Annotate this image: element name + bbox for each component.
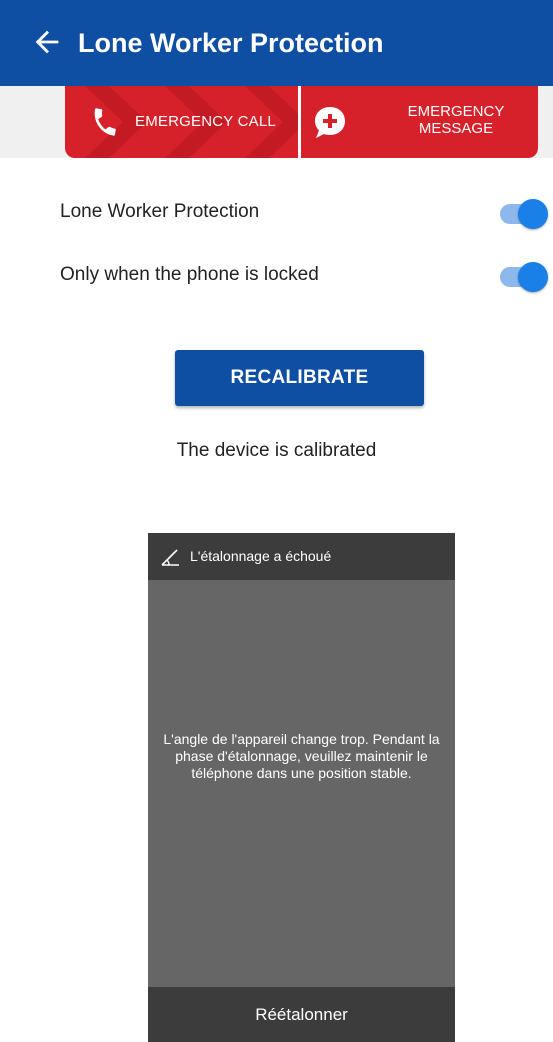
chat-plus-icon (315, 107, 345, 138)
toggle-thumb (518, 262, 548, 292)
dialog-header: L'étalonnage a échoué (148, 533, 455, 580)
setting-label: Lone Worker Protection (60, 201, 260, 222)
setting-row-locked-only: Only when the phone is locked (0, 256, 553, 296)
calibration-failed-dialog: L'étalonnage a échoué L'angle de l'appar… (148, 533, 455, 1042)
dialog-message: L'angle de l'appareil change trop. Penda… (163, 731, 440, 781)
angle-icon (161, 549, 179, 566)
phone-icon (94, 108, 116, 136)
locked-only-toggle[interactable] (500, 262, 553, 292)
emergency-call-label: EMERGENCY CALL (135, 113, 276, 130)
dialog-title: L'étalonnage a échoué (190, 548, 332, 564)
app-bar: Lone Worker Protection (0, 0, 553, 86)
recalibrate-dialog-button[interactable]: Réétalonner (148, 987, 455, 1042)
setting-label: Only when the phone is locked (60, 264, 319, 285)
dialog-action-label: Réétalonner (255, 1004, 348, 1024)
lone-worker-toggle[interactable] (500, 199, 553, 229)
setting-row-lone-worker: Lone Worker Protection (0, 193, 553, 233)
emergency-strip: EMERGENCY CALL EMERGENCY MESSAGE (0, 86, 553, 158)
emergency-message-line2: MESSAGE (418, 120, 494, 137)
recalibrate-button[interactable]: RECALIBRATE (175, 350, 424, 406)
page-title: Lone Worker Protection (78, 28, 384, 58)
emergency-bar: EMERGENCY CALL EMERGENCY MESSAGE (65, 86, 538, 158)
emergency-message-button[interactable]: EMERGENCY MESSAGE (301, 86, 538, 158)
emergency-message-label: EMERGENCY MESSAGE (381, 103, 531, 137)
calibration-status: The device is calibrated (176, 440, 377, 461)
emergency-call-button[interactable]: EMERGENCY CALL (65, 86, 298, 158)
emergency-message-line1: EMERGENCY (407, 103, 505, 120)
toggle-thumb (518, 199, 548, 229)
arrow-left-icon[interactable] (30, 25, 64, 59)
